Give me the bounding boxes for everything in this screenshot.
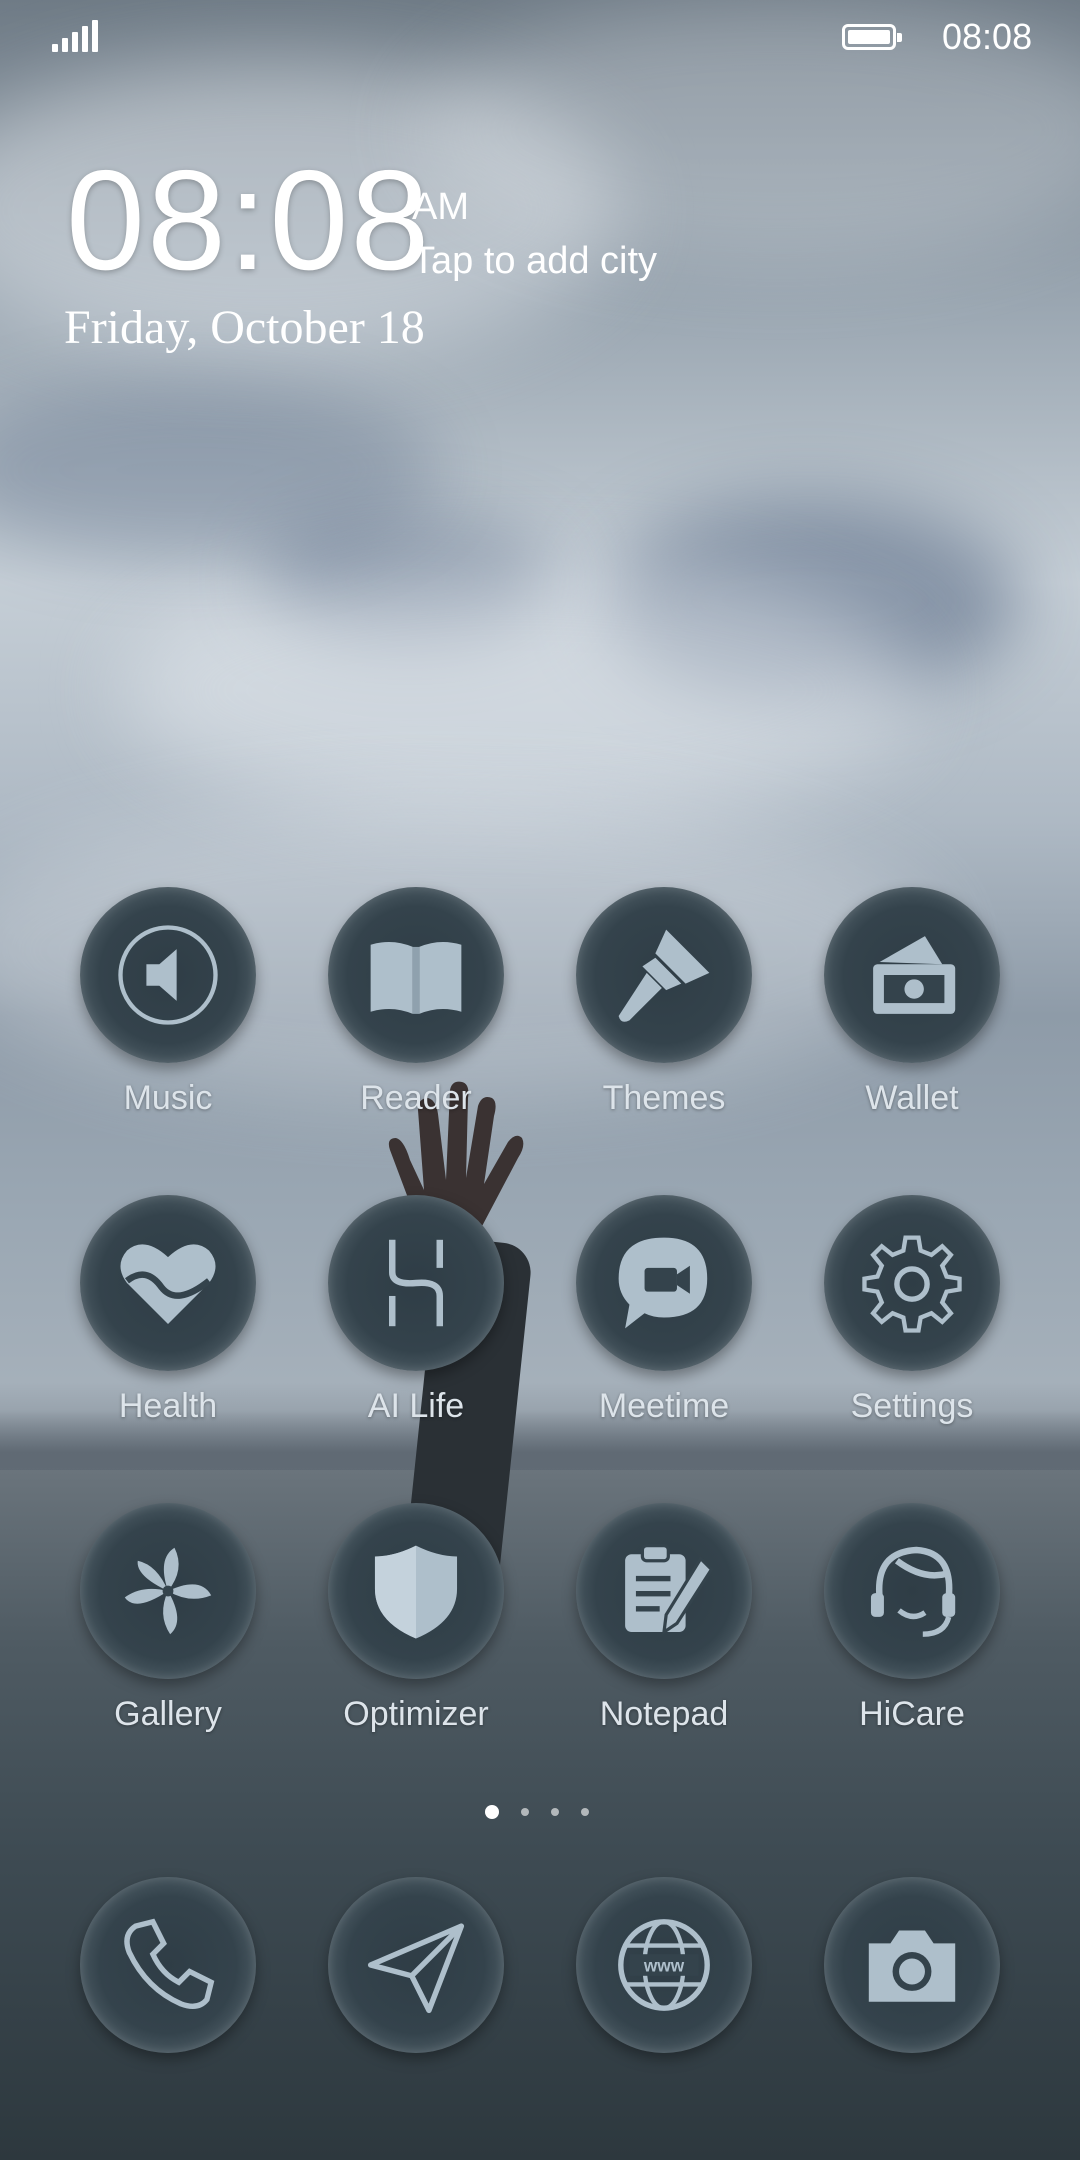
music-speaker-icon (118, 925, 218, 1025)
gear-icon (862, 1235, 962, 1333)
app-optimizer[interactable]: Optimizer (296, 1503, 536, 1734)
phone-icon (124, 1918, 215, 2010)
page-dot[interactable] (551, 1808, 559, 1816)
app-meetime[interactable]: Meetime (544, 1195, 784, 1426)
page-indicator[interactable] (485, 1805, 589, 1819)
app-notepad[interactable]: Notepad (544, 1503, 784, 1734)
wallet-icon (873, 936, 956, 1014)
app-reader[interactable]: Reader (296, 887, 536, 1118)
app-label: Themes (602, 1079, 726, 1117)
add-city-link[interactable]: Tap to add city (412, 240, 657, 283)
clock-ampm: AM (412, 186, 469, 228)
svg-text:www: www (643, 1955, 685, 1975)
status-bar: 08:08 (0, 0, 1080, 72)
dock-camera[interactable] (824, 1877, 1000, 2053)
dock-browser[interactable]: www (576, 1877, 752, 2053)
browser-icon: www (618, 1919, 710, 2011)
app-label: Reader (360, 1079, 472, 1117)
page-dot[interactable] (581, 1808, 589, 1816)
send-icon (367, 1923, 465, 2014)
app-ai-life[interactable]: AI Life (296, 1195, 536, 1426)
app-label: Health (118, 1387, 218, 1425)
book-icon (370, 941, 462, 1014)
ai-life-icon (389, 1239, 443, 1327)
app-label: AI Life (367, 1387, 465, 1425)
app-health[interactable]: Health (48, 1195, 288, 1426)
app-label: HiCare (859, 1695, 965, 1733)
dock-phone[interactable] (80, 1877, 256, 2053)
app-themes[interactable]: Themes (544, 887, 784, 1118)
page-dot[interactable] (485, 1805, 499, 1819)
app-wallet[interactable]: Wallet (792, 887, 1032, 1118)
app-label: Gallery (114, 1695, 222, 1733)
app-music[interactable]: Music (48, 887, 288, 1118)
app-label: Music (123, 1079, 213, 1117)
app-label: Settings (850, 1387, 974, 1425)
headset-icon (870, 1546, 956, 1637)
heart-icon (120, 1244, 216, 1325)
app-hicare[interactable]: HiCare (792, 1503, 1032, 1734)
page-dot[interactable] (521, 1808, 529, 1816)
clock-date: Friday, October 18 (64, 301, 425, 354)
video-chat-icon (618, 1237, 708, 1329)
app-label: Notepad (599, 1695, 729, 1733)
signal-bars-icon (52, 20, 98, 52)
notepad-icon (625, 1544, 714, 1636)
battery-icon (842, 24, 902, 50)
camera-icon (868, 1930, 956, 2002)
app-label: Optimizer (343, 1695, 489, 1733)
dock-messaging[interactable] (328, 1877, 504, 2053)
app-label: Wallet (865, 1079, 959, 1117)
flower-icon (124, 1547, 212, 1635)
app-settings[interactable]: Settings (792, 1195, 1032, 1426)
shield-icon (374, 1545, 458, 1639)
paintbrush-icon (618, 929, 710, 1022)
app-label: Meetime (598, 1387, 730, 1425)
status-time: 08:08 (942, 16, 1033, 57)
app-gallery[interactable]: Gallery (48, 1503, 288, 1734)
clock-time[interactable]: 08:08 (66, 150, 431, 292)
